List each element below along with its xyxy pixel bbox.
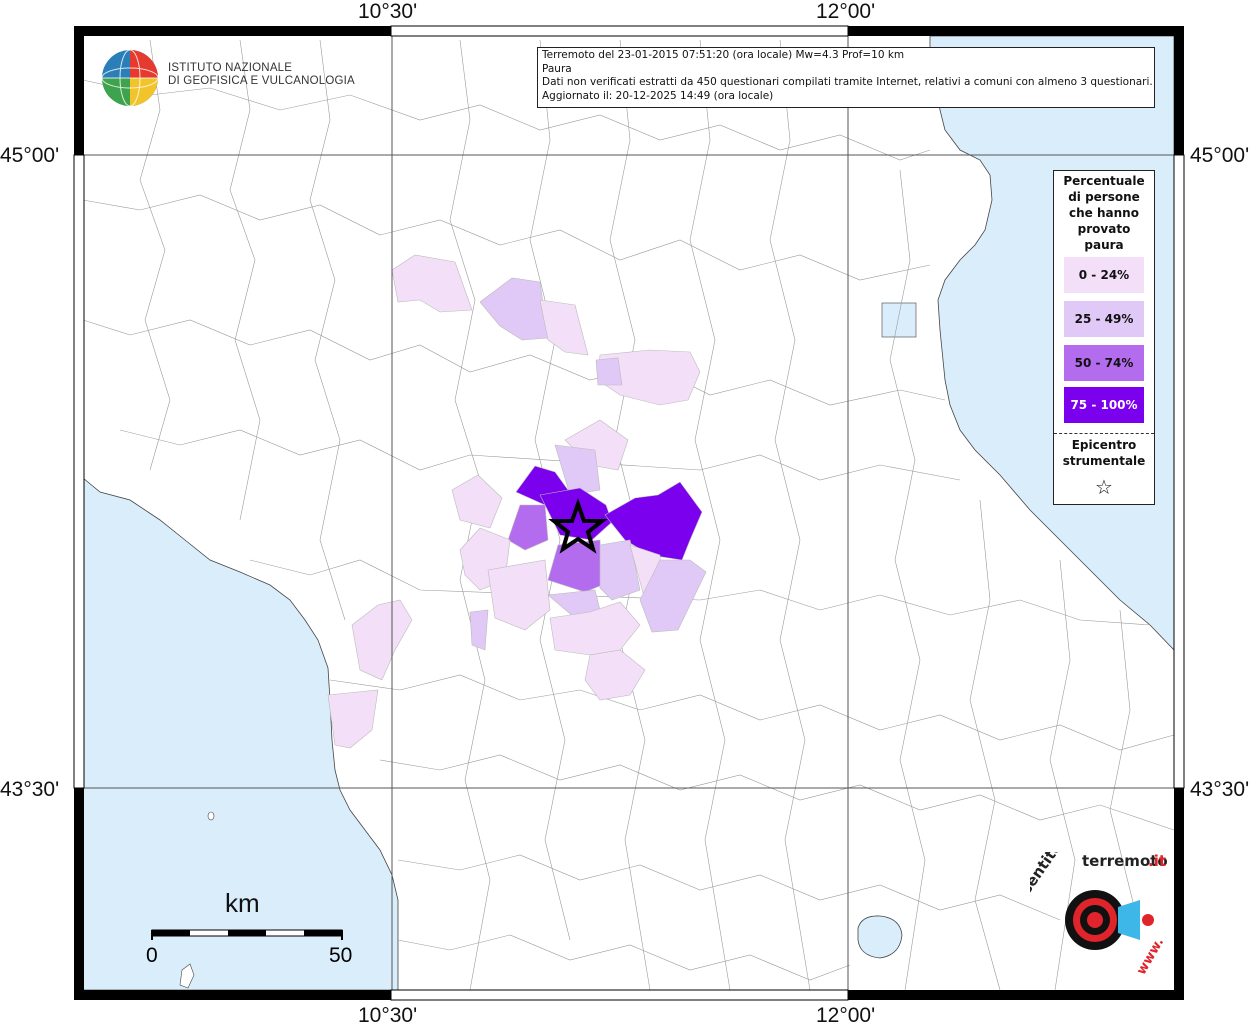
frame-segment — [848, 990, 1184, 1000]
legend-title-line: Percentuale — [1063, 174, 1145, 188]
scale-max: 50 — [329, 944, 353, 967]
svg-text:.it: .it — [1148, 852, 1166, 870]
legend-class-0-24: 0 - 24% — [1064, 257, 1144, 293]
municipality-25-49 — [595, 357, 623, 386]
frame-segment — [74, 990, 391, 1000]
legend-title: Percentuale di persone che hanno provato… — [1054, 173, 1154, 253]
legend-separator — [1054, 433, 1154, 434]
frame-segment — [74, 26, 84, 155]
municipality-25-49 — [469, 609, 489, 651]
ingv-name: ISTITUTO NAZIONALE DI GEOFISICA E VULCAN… — [168, 62, 355, 88]
legend-title-line: provato — [1077, 222, 1131, 236]
frame-segment — [1173, 154, 1185, 789]
legend-class-50-74: 50 - 74% — [1064, 345, 1144, 381]
event-title: Terremoto del 23-01-2015 07:51:20 (ora l… — [542, 49, 905, 61]
frame-segment — [1174, 26, 1184, 155]
legend-epicenter-line: strumentale — [1062, 454, 1146, 468]
frame-segment — [390, 25, 849, 37]
haisentitoilterremoto-logo[interactable]: haisentitoil terremoto .it www. — [1030, 852, 1180, 982]
frame-segment — [73, 154, 85, 789]
legend-epicenter-line: Epicentro — [1071, 438, 1137, 452]
ingv-name-line2: DI GEOFISICA E VULCANOLOGIA — [168, 75, 355, 87]
speaker-icon — [1118, 900, 1140, 940]
ingv-name-line1: ISTITUTO NAZIONALE — [168, 62, 293, 74]
legend-epicenter-label: Epicentro strumentale — [1054, 437, 1154, 469]
island — [207, 811, 215, 821]
legend-class-25-49: 25 - 49% — [1064, 301, 1144, 337]
legend-title-line: di persone — [1068, 190, 1140, 204]
legend-title-line: paura — [1084, 238, 1124, 252]
frame-segment — [848, 26, 1184, 36]
svg-text:haisentitoil: haisentitoil — [1030, 852, 1072, 919]
scale-min: 0 — [146, 944, 158, 967]
event-info-box: Terremoto del 23-01-2015 07:51:20 (ora l… — [537, 47, 1155, 108]
svg-text:www.: www. — [1134, 935, 1167, 977]
epicenter-star-icon: ☆ — [1095, 475, 1113, 499]
valli-comacchio — [881, 302, 917, 338]
legend: Percentuale di persone che hanno provato… — [1053, 170, 1155, 505]
frame-segment — [74, 788, 84, 1000]
frame-segment — [390, 989, 849, 1001]
legend-title-line: che hanno — [1069, 206, 1139, 220]
frame-segment — [74, 26, 391, 36]
map-parameter: Paura — [542, 62, 572, 75]
legend-class-75-100: 75 - 100% — [1064, 387, 1144, 423]
data-note: Dati non verificati estratti da 450 ques… — [542, 76, 1153, 88]
update-time: Aggiornato il: 20-12-2025 14:49 (ora loc… — [542, 89, 774, 102]
